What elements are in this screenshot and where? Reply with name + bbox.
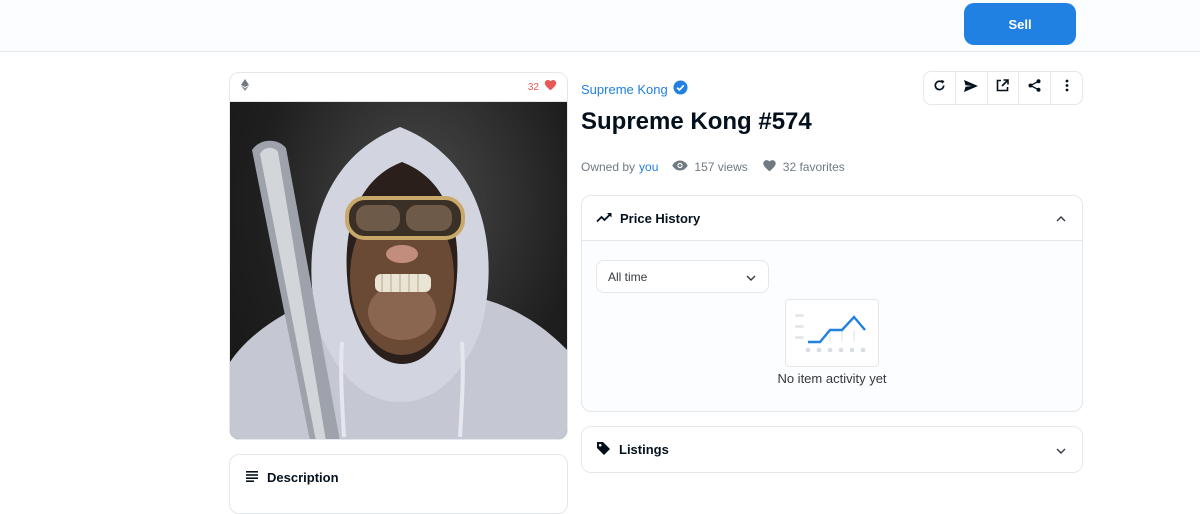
heart-icon (762, 159, 777, 175)
sell-button[interactable]: Sell (964, 3, 1076, 45)
item-toolbar (923, 71, 1083, 105)
time-range-select[interactable]: All time (596, 260, 769, 293)
verified-badge-icon (673, 80, 688, 98)
price-history-header[interactable]: Price History (582, 196, 1082, 241)
more-button[interactable] (1051, 72, 1082, 104)
price-history-title: Price History (596, 211, 700, 226)
views-stat: 157 views (672, 160, 748, 174)
favorite-count: 32 (527, 81, 539, 93)
price-history-panel: Price History All time No item activity … (581, 195, 1083, 412)
chevron-down-icon (1056, 441, 1066, 459)
media-card: 32 (229, 72, 568, 440)
refresh-icon (933, 79, 946, 97)
chevron-down-icon (746, 270, 756, 284)
trending-icon (596, 211, 612, 226)
views-count: 157 views (694, 160, 748, 174)
heart-icon (544, 78, 557, 96)
favorites-stat: 32 favorites (762, 159, 845, 175)
nft-image[interactable] (230, 102, 567, 439)
price-history-label: Price History (620, 210, 701, 226)
owned-by-label: Owned by (581, 160, 636, 174)
share-icon (1028, 79, 1041, 97)
chevron-up-icon (1056, 209, 1066, 227)
media-header: 32 (230, 73, 567, 102)
description-header[interactable]: Description (246, 470, 339, 485)
favorite-control[interactable]: 32 (528, 78, 557, 96)
collection-link[interactable]: Supreme Kong (581, 80, 688, 98)
eye-icon (672, 160, 689, 174)
refresh-button[interactable] (924, 72, 956, 104)
open-external-button[interactable] (988, 72, 1020, 104)
tag-icon (596, 441, 611, 459)
more-icon (1065, 79, 1069, 97)
transfer-icon (964, 79, 979, 97)
description-card[interactable]: Description (229, 454, 568, 514)
ethereum-icon (241, 78, 249, 96)
item-meta: Owned by you 157 views 32 favorites (581, 159, 845, 175)
top-bar: Sell (0, 0, 1200, 52)
collection-name: Supreme Kong (581, 81, 668, 97)
owner-link[interactable]: you (639, 160, 658, 174)
description-lines-icon (246, 470, 258, 485)
listings-panel-header[interactable]: Listings (581, 426, 1083, 473)
listings-title: Listings (596, 441, 669, 459)
favorites-count: 32 favorites (782, 160, 845, 174)
empty-activity-text: No item activity yet (777, 371, 887, 386)
description-label: Description (267, 470, 339, 485)
open-external-icon (996, 79, 1010, 97)
listings-label: Listings (619, 442, 669, 457)
transfer-button[interactable] (956, 72, 988, 104)
empty-chart-illustration (785, 299, 879, 367)
item-title: Supreme Kong #574 (581, 108, 812, 135)
time-range-value: All time (608, 269, 648, 284)
share-button[interactable] (1019, 72, 1052, 104)
